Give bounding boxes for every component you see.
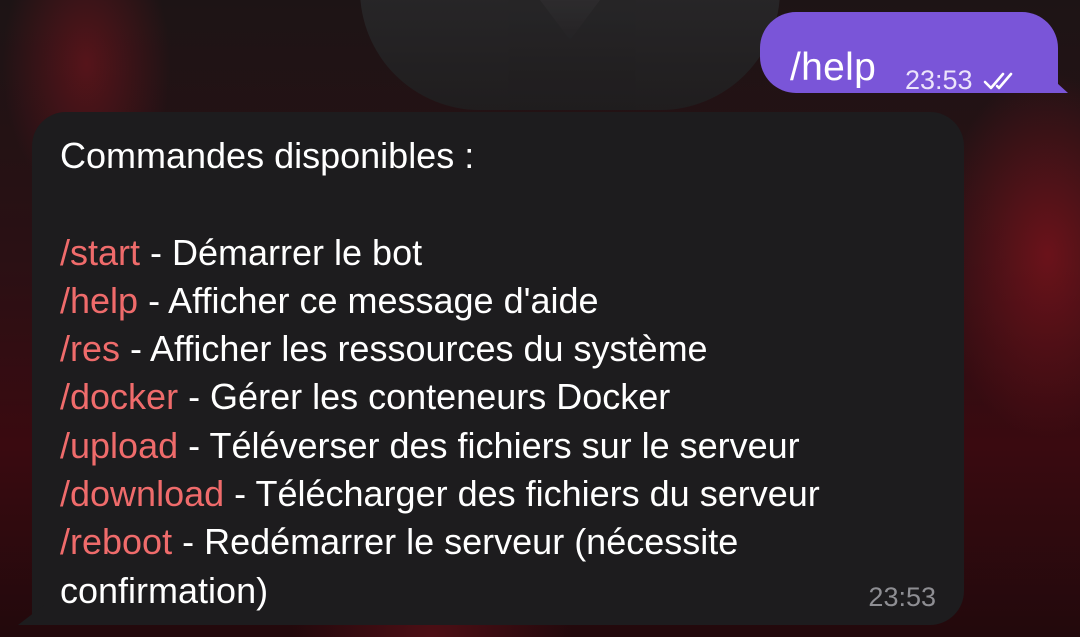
message-header: Commandes disponibles : xyxy=(60,135,475,176)
command-link[interactable]: /start xyxy=(60,232,140,273)
command-line: /start - Démarrer le bot xyxy=(60,229,940,277)
command-line: /reboot - Redémarrer le serveur (nécessi… xyxy=(60,518,940,615)
message-time: 23:53 xyxy=(905,65,973,95)
command-description: - Télécharger des fichiers du serveur xyxy=(224,473,820,515)
command-link[interactable]: /help xyxy=(60,280,138,321)
message-time: 23:53 xyxy=(868,582,936,612)
outgoing-message-text: /help xyxy=(790,46,877,89)
command-line: /res - Afficher les ressources du systèm… xyxy=(60,325,940,373)
command-description: - Afficher ce message d'aide xyxy=(138,279,599,321)
command-description: - Gérer les conteneurs Docker xyxy=(178,376,671,418)
command-line: /upload - Téléverser des fichiers sur le… xyxy=(60,422,940,470)
command-line: /help - Afficher ce message d'aide xyxy=(60,277,940,325)
command-description: - Téléverser des fichiers sur le serveur xyxy=(178,424,800,466)
incoming-message-bubble[interactable]: Commandes disponibles : /start - Démarre… xyxy=(18,112,964,625)
bubble-tail xyxy=(18,605,44,625)
command-link[interactable]: /docker xyxy=(60,376,178,417)
command-link[interactable]: /reboot xyxy=(60,521,172,562)
command-description: - Démarrer le bot xyxy=(140,231,423,273)
command-description: - Afficher les ressources du système xyxy=(120,328,708,370)
command-line: /docker - Gérer les conteneurs Docker xyxy=(60,373,940,421)
outgoing-message-bubble[interactable]: /help 23:53 xyxy=(760,12,1068,96)
message-meta: 23:53 xyxy=(905,65,1021,96)
command-link[interactable]: /upload xyxy=(60,425,178,466)
incoming-message-text: Commandes disponibles : /start - Démarre… xyxy=(60,132,940,615)
double-check-icon xyxy=(983,70,1021,92)
command-link[interactable]: /download xyxy=(60,473,224,514)
command-link[interactable]: /res xyxy=(60,328,120,369)
background-wallpaper xyxy=(360,0,780,110)
command-line: /download - Télécharger des fichiers du … xyxy=(60,470,940,518)
bubble-tail xyxy=(1046,73,1068,93)
